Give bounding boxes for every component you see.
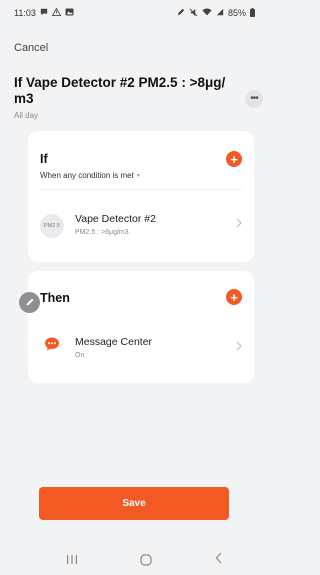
back-icon	[215, 551, 223, 567]
caret-down-icon: ▼	[135, 172, 141, 179]
home-icon	[140, 554, 152, 569]
condition-detail: PM2.5 : >8μg/m3	[75, 229, 129, 236]
status-bar: 11:03 85%	[0, 0, 267, 26]
more-dots-icon[interactable]: •••	[245, 90, 263, 108]
plus-icon: +	[230, 289, 238, 305]
divider	[40, 189, 242, 190]
then-card: Then + Message Center On	[28, 271, 254, 383]
system-nav-bar	[0, 548, 267, 575]
pen-icon	[177, 8, 185, 18]
signal-icon	[216, 8, 224, 18]
back-button[interactable]	[215, 551, 223, 567]
action-name: Message Center	[75, 336, 153, 348]
wifi-icon	[202, 8, 212, 18]
battery-icon	[250, 7, 255, 19]
plus-icon: +	[230, 151, 238, 167]
mute-icon	[189, 8, 198, 19]
status-time: 11:03	[14, 8, 36, 18]
page-title: If Vape Detector #2 PM2.5 : >8μg/ m3	[14, 75, 226, 106]
recent-apps-button[interactable]	[66, 554, 78, 568]
page-subtitle: All day	[14, 111, 39, 120]
recent-apps-icon	[66, 554, 78, 568]
add-action-button[interactable]: +	[226, 289, 242, 305]
pencil-icon	[25, 295, 35, 310]
cancel-button[interactable]: Cancel	[14, 42, 48, 54]
message-icon	[44, 336, 60, 352]
save-button[interactable]: Save	[39, 487, 229, 520]
condition-row[interactable]: PM2.5 Vape Detector #2 PM2.5 : >8μg/m3	[28, 206, 254, 244]
battery-percent: 85%	[227, 8, 246, 18]
action-detail: On	[75, 352, 85, 359]
edit-button[interactable]	[19, 292, 40, 313]
if-card-title: If	[40, 152, 48, 166]
chevron-right-icon	[236, 218, 242, 230]
condition-mode-label: When any condition is met	[40, 171, 134, 180]
action-row[interactable]: Message Center On	[28, 329, 254, 367]
warning-icon	[51, 7, 62, 18]
then-card-title: Then	[40, 291, 70, 305]
pm25-icon: PM2.5	[40, 214, 64, 238]
if-card: If When any condition is met ▼ + PM2.5 Va…	[28, 131, 254, 262]
status-right: 85%	[177, 7, 255, 19]
status-left: 11:03	[14, 7, 74, 18]
chat-bubble-icon	[40, 8, 48, 18]
add-condition-button[interactable]: +	[226, 151, 242, 167]
home-button[interactable]	[140, 554, 152, 569]
chevron-right-icon	[236, 341, 242, 353]
gallery-icon	[65, 8, 74, 18]
condition-device-name: Vape Detector #2	[75, 213, 156, 225]
condition-mode-selector[interactable]: When any condition is met ▼	[40, 171, 141, 180]
